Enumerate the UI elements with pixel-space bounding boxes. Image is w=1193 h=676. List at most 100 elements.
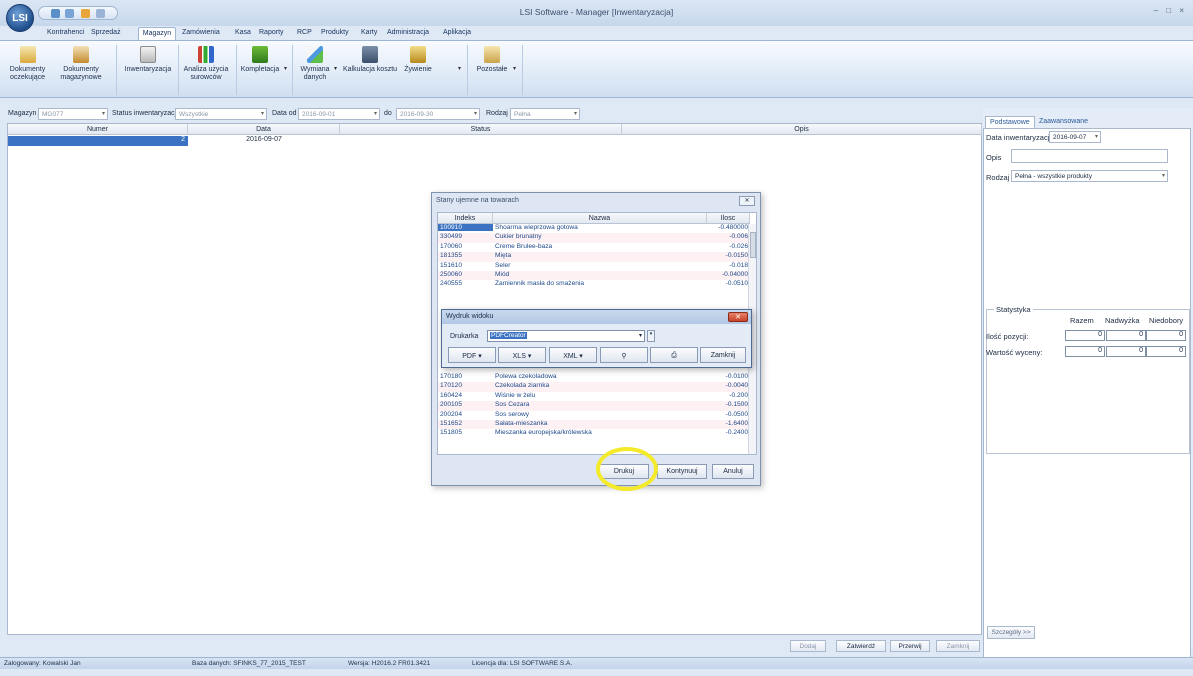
close-icon[interactable]: ✕ — [739, 196, 755, 206]
status-version: Wersja: H2016.2 FR01.3421 — [348, 660, 431, 667]
ribbon-separator — [116, 45, 117, 95]
xls-export-button[interactable]: XLS ▾ — [498, 347, 546, 363]
stat-value: 0 — [1065, 330, 1105, 341]
rodzaj-label: Rodzaj — [486, 110, 508, 117]
data-inwentaryzacji-label: Data inwentaryzacji — [986, 133, 1052, 142]
tab-podstawowe[interactable]: Podstawowe — [985, 116, 1035, 128]
kalkulacja-kosztu-button[interactable]: Kalkulacja kosztu — [342, 46, 398, 94]
scrollbar-thumb[interactable] — [750, 232, 756, 258]
table-row[interactable]: 250060 Miód -0.04000 — [438, 271, 750, 281]
pozostale-button[interactable]: Pozostałe — [472, 46, 512, 94]
kompletacja-dropdown-arrow[interactable]: ▾ — [284, 65, 287, 72]
status-user: Zalogowany: Kowalski Jan — [4, 660, 81, 667]
tab-kontrahenci[interactable]: Kontrahenci — [47, 27, 84, 40]
tab-sprzedaz[interactable]: Sprzedaż — [91, 27, 121, 40]
table-row[interactable]: 151610 Seler -0.018 — [438, 262, 750, 271]
dodaj-button[interactable]: Dodaj — [790, 640, 826, 652]
print-close-button[interactable]: Zamknij — [700, 347, 746, 363]
stat-col-nadwyzka: Nadwyżka — [1105, 316, 1140, 325]
status-database: Baza danych: SFINKS_77_2015_TEST — [192, 660, 306, 667]
column-header-numer[interactable]: Numer — [8, 124, 188, 135]
xml-export-button[interactable]: XML ▾ — [549, 347, 597, 363]
table-row[interactable]: 100910 Shoarma wieprzowa gotowa -0.480000 — [438, 224, 750, 233]
column-header-status[interactable]: Status — [340, 124, 622, 135]
zatwierdz-button[interactable]: Zatwierdź — [836, 640, 886, 652]
print-button[interactable]: ⎙ — [650, 347, 698, 363]
anuluj-button[interactable]: Anuluj — [712, 464, 754, 479]
przerwij-button[interactable]: Przerwij — [890, 640, 930, 652]
tab-zaawansowane[interactable]: Zaawansowane — [1035, 116, 1092, 128]
table-row[interactable]: 170120 Czekolada ziarnka -0.0040 — [438, 382, 750, 392]
close-icon[interactable]: ✕ — [728, 312, 748, 322]
status-select[interactable]: Wszystkie ▾ — [175, 108, 267, 120]
table-row[interactable]: 151805 Mieszanka europejska/królewska -0.2… — [438, 429, 750, 438]
pdf-export-button[interactable]: PDF ▾ — [448, 347, 496, 363]
data-do-field[interactable]: 2016-09-30 ▾ — [396, 108, 480, 120]
pozostale-dropdown-arrow[interactable]: ▾ — [513, 65, 516, 72]
column-header-indeks[interactable]: Indeks — [438, 213, 493, 224]
stat-value: 0 — [1146, 330, 1186, 341]
table-row[interactable]: 160424 Wiśnie w żelu -0.200 — [438, 392, 750, 401]
bar-chart-icon — [198, 46, 214, 63]
table-row[interactable]: 330499 Cukier brunatny -0.006 — [438, 233, 750, 243]
tab-rcp[interactable]: RCP — [297, 27, 312, 40]
szczegoly-button[interactable]: Szczegóły >> — [987, 626, 1035, 639]
printer-icon: ⎙ — [671, 352, 677, 359]
kontynuuj-button[interactable]: Kontynuuj — [657, 464, 707, 479]
wymiana-dropdown-arrow[interactable]: ▾ — [334, 65, 337, 72]
table-row[interactable]: 181355 Mięta -0.0150 — [438, 252, 750, 262]
table-row[interactable]: 200204 Sos serowy -0.0500 — [438, 411, 750, 420]
tab-administracja[interactable]: Administracja — [387, 27, 429, 40]
calculator-icon — [362, 46, 378, 63]
warehouse-documents-icon — [73, 46, 89, 63]
chevron-down-icon: ▾ — [573, 111, 577, 117]
data-inwentaryzacji-field[interactable]: 2016-09-07 ▾ — [1049, 131, 1101, 143]
opis-input[interactable] — [1011, 149, 1168, 163]
tab-kasa[interactable]: Kasa — [235, 27, 251, 40]
table-row[interactable]: 170180 Polewa czekoladowa -0.0100 — [438, 373, 750, 382]
tab-zamowienia[interactable]: Zamówienia — [182, 27, 220, 40]
rodzaj-select[interactable]: Pełna ▾ — [510, 108, 580, 120]
chevron-down-icon: ▾ — [638, 333, 642, 339]
printer-select[interactable]: PDFCreator ▾ — [487, 330, 645, 342]
stat-value: 0 — [1065, 346, 1105, 357]
kompletacja-button[interactable]: Kompletacja — [240, 46, 280, 94]
tab-karty[interactable]: Karty — [361, 27, 377, 40]
chevron-down-icon: ▾ — [478, 353, 482, 360]
window-controls[interactable]: – □ × — [1154, 6, 1187, 15]
table-row[interactable]: 170060 Creme Brulee-baza -0.026 — [438, 243, 750, 252]
analiza-uzycia-button[interactable]: Analiza użycia surowców — [181, 46, 231, 94]
wymiana-danych-button[interactable]: Wymiana danych — [298, 46, 332, 94]
status-bar: Zalogowany: Kowalski Jan Baza danych: SF… — [0, 657, 1193, 669]
app-menu-button[interactable]: LSI — [6, 4, 34, 32]
tab-aplikacja[interactable]: Aplikacja — [443, 27, 471, 40]
tab-produkty[interactable]: Produkty — [321, 27, 349, 40]
table-row[interactable]: 151652 Sałata-mieszanka -1.6400 — [438, 420, 750, 430]
chevron-down-icon: ▾ — [579, 353, 583, 360]
ribbon-separator — [522, 45, 523, 95]
table-row[interactable]: 2 2016-09-07 — [8, 136, 982, 146]
tab-magazyn[interactable]: Magazyn — [138, 27, 176, 40]
table-row[interactable]: 240555 Zamiennik masła do smażenia -0.0510 — [438, 280, 750, 289]
zamknij-button[interactable]: Zamknij — [936, 640, 980, 652]
table-row[interactable]: 200105 Sos Cezara -0.1500 — [438, 401, 750, 411]
zywienie-dropdown-arrow[interactable]: ▾ — [458, 65, 461, 72]
statystyka-title: Statystyka — [994, 305, 1033, 314]
dokumenty-magazynowe-button[interactable]: Dokumenty magazynowe — [55, 46, 107, 94]
column-header-opis[interactable]: Opis — [622, 124, 982, 135]
inwentaryzacja-button[interactable]: Inwentaryzacja — [122, 46, 174, 94]
dialog-title: Stany ujemne na towarach — [436, 197, 519, 204]
tab-raporty[interactable]: Raporty — [259, 27, 284, 40]
zywienie-button[interactable]: Żywienie — [400, 46, 436, 94]
column-header-nazwa[interactable]: Nazwa — [493, 213, 707, 224]
ribbon-separator — [236, 45, 237, 95]
printer-options-button[interactable]: ▾ — [647, 330, 655, 342]
magazyn-select[interactable]: MG077 ▾ — [38, 108, 108, 120]
dokumenty-oczekujace-button[interactable]: Dokumenty oczekujące — [5, 46, 50, 94]
column-header-ilosc[interactable]: Ilosc — [707, 213, 750, 224]
data-od-field[interactable]: 2016-09-01 ▾ — [298, 108, 380, 120]
stat-value: 0 — [1106, 330, 1146, 341]
column-header-data[interactable]: Data — [188, 124, 340, 135]
preview-button[interactable]: ⚲ — [600, 347, 648, 363]
rodzaj-select[interactable]: Pełna - wszystkie produkty ▾ — [1011, 170, 1168, 182]
